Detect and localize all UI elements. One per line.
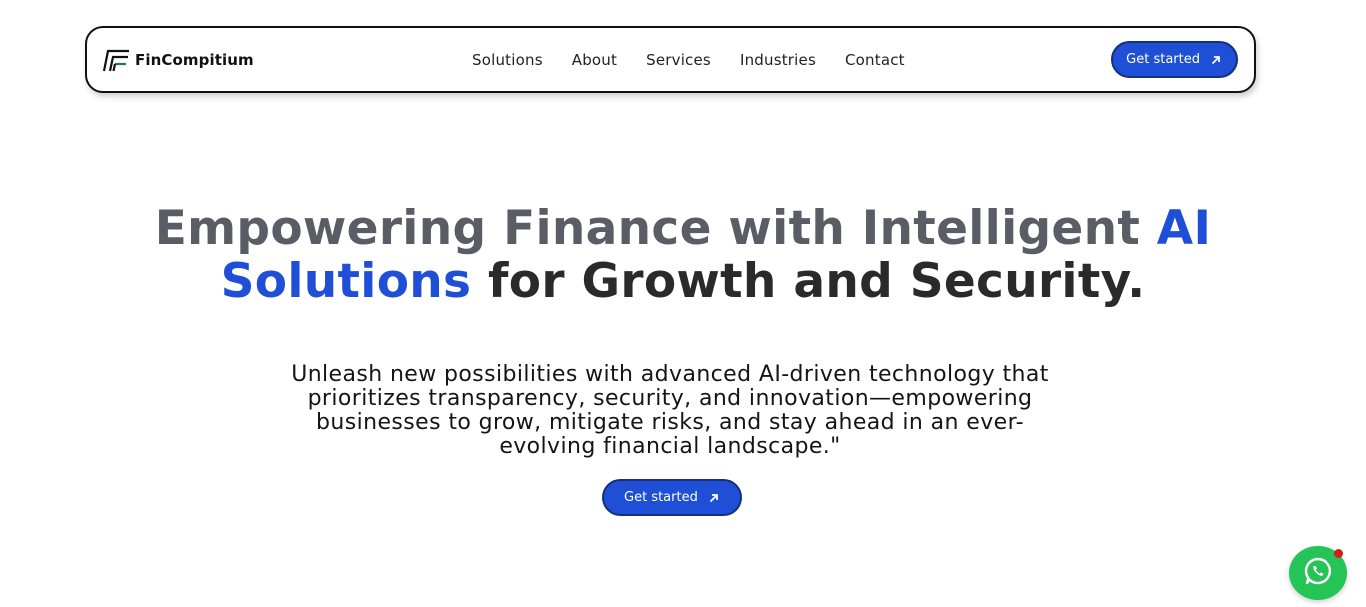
hero-get-started-button[interactable]: Get started xyxy=(602,479,742,516)
main-nav: Solutions About Services Industries Cont… xyxy=(472,28,905,91)
nav-link-solutions[interactable]: Solutions xyxy=(472,51,543,69)
hero-title: Empowering Finance with Intelligent AI S… xyxy=(0,202,1366,308)
hero-subtitle: Unleash new possibilities with advanced … xyxy=(291,362,1049,459)
nav-link-services[interactable]: Services xyxy=(646,51,711,69)
whatsapp-chat-button[interactable] xyxy=(1289,546,1347,600)
notification-dot xyxy=(1334,549,1343,558)
whatsapp-icon xyxy=(1302,555,1334,591)
hero-get-started-label: Get started xyxy=(624,490,698,505)
hero-title-accent-ai: AI xyxy=(1156,201,1212,256)
navbar: FinCompitium Solutions About Services In… xyxy=(85,26,1256,93)
hero-title-part2: for Growth and Security. xyxy=(471,254,1146,309)
nav-get-started-button[interactable]: Get started xyxy=(1111,41,1238,78)
brand-name: FinCompitium xyxy=(135,50,254,69)
nav-get-started-label: Get started xyxy=(1126,52,1200,67)
hero-title-accent-solutions: Solutions xyxy=(220,254,472,309)
fincompitium-logo-icon xyxy=(101,47,131,73)
nav-link-about[interactable]: About xyxy=(572,51,617,69)
nav-link-contact[interactable]: Contact xyxy=(845,51,905,69)
brand[interactable]: FinCompitium xyxy=(101,47,254,73)
nav-link-industries[interactable]: Industries xyxy=(740,51,816,69)
arrow-up-right-icon xyxy=(708,492,720,504)
hero-title-part1: Empowering Finance with Intelligent xyxy=(154,201,1157,256)
arrow-up-right-icon xyxy=(1210,54,1222,66)
hero-cta-wrapper: Get started xyxy=(602,479,742,516)
